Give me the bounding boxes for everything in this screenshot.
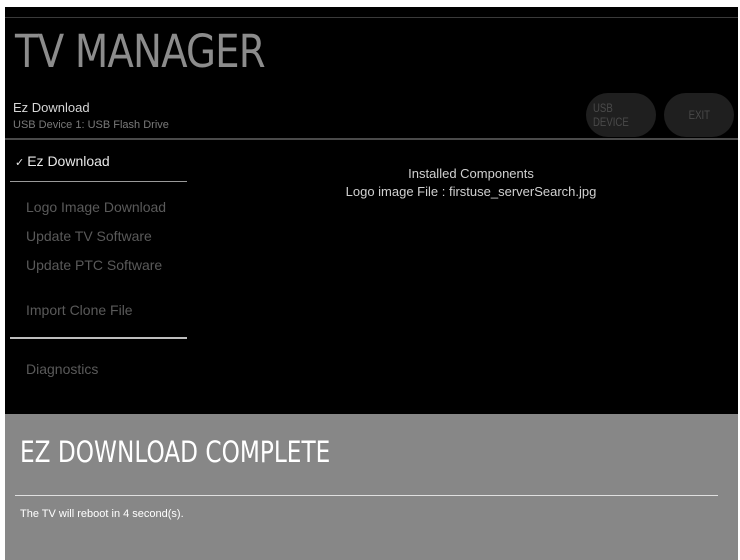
tv-manager-screen: TV MANAGER Ez Download USB Device 1: USB…	[5, 7, 738, 560]
menu-divider	[10, 181, 187, 182]
banner-title: EZ DOWNLOAD COMPLETE	[20, 435, 331, 469]
menu-item-ez-download[interactable]: ✓ Ez Download	[15, 153, 110, 169]
menu-item-label: Ez Download	[27, 153, 110, 169]
menu-item-logo-image-download[interactable]: Logo Image Download	[26, 199, 166, 215]
check-icon: ✓	[15, 157, 25, 169]
menu-item-diagnostics[interactable]: Diagnostics	[26, 361, 98, 377]
page-subtitle: Ez Download	[13, 100, 90, 115]
device-label: USB Device 1: USB Flash Drive	[13, 119, 169, 131]
usb-device-button[interactable]: USB DEVICE	[586, 93, 656, 137]
exit-button-label: EXIT	[688, 108, 710, 122]
installed-component-line: Logo image File : firstuse_serverSearch.…	[345, 184, 597, 199]
app-title: TV MANAGER	[15, 25, 266, 78]
top-divider	[5, 17, 738, 18]
menu-divider-bold	[10, 337, 187, 339]
header-divider	[5, 138, 738, 140]
status-banner: EZ DOWNLOAD COMPLETE The TV will reboot …	[5, 414, 738, 560]
exit-button[interactable]: EXIT	[664, 93, 734, 137]
banner-message: The TV will reboot in 4 second(s).	[20, 508, 184, 520]
menu-item-import-clone-file[interactable]: Import Clone File	[26, 302, 133, 318]
menu-item-update-tv-software[interactable]: Update TV Software	[26, 228, 152, 244]
menu-item-update-ptc-software[interactable]: Update PTC Software	[26, 257, 162, 273]
usb-device-button-label: USB DEVICE	[593, 101, 629, 129]
content-heading: Installed Components	[408, 166, 534, 181]
banner-divider	[15, 495, 718, 496]
